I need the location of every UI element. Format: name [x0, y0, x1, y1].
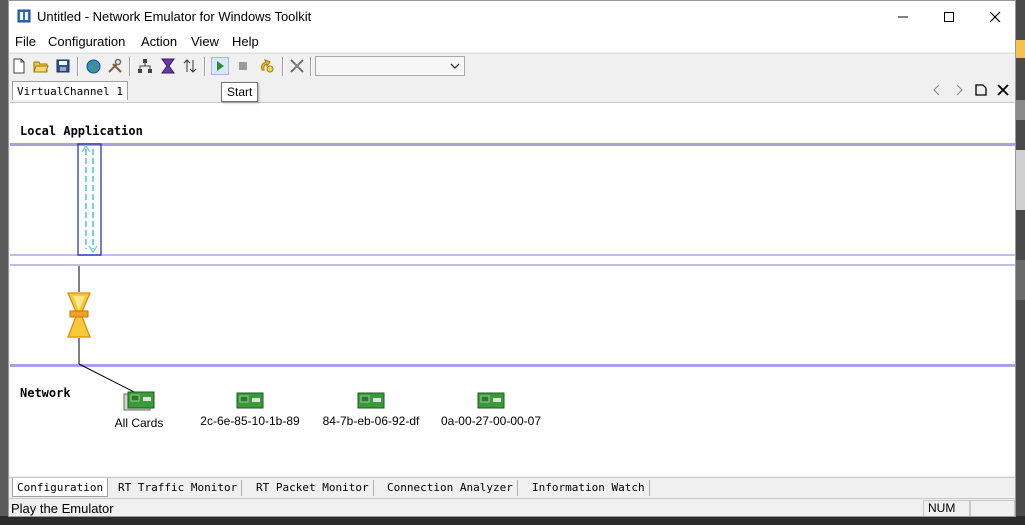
start-icon — [217, 61, 224, 71]
filter-button[interactable] — [159, 57, 177, 75]
stop-icon — [239, 62, 247, 70]
open-button[interactable] — [32, 57, 50, 75]
hourglass-filter-icon[interactable] — [66, 292, 92, 338]
reload-button[interactable] — [258, 57, 276, 75]
tab-rt-packet-monitor[interactable]: RT Packet Monitor — [252, 480, 374, 496]
reload-icon — [261, 59, 274, 73]
network-card-icon — [236, 392, 264, 409]
network-card-icon — [123, 391, 155, 411]
menu-file[interactable]: File — [15, 34, 36, 49]
save-icon — [56, 59, 70, 73]
menu-help[interactable]: Help — [232, 34, 259, 49]
close-button[interactable] — [972, 1, 1015, 32]
toolbar-combo[interactable] — [315, 56, 465, 76]
tools-icon — [108, 58, 122, 73]
open-icon — [33, 61, 49, 73]
desktop-bottom-edge — [0, 516, 1025, 525]
network-card[interactable]: 2c-6e-85-10-1b-89 — [194, 391, 306, 428]
minimize-icon — [898, 16, 908, 17]
card-label: 0a-00-27-00-00-07 — [440, 414, 542, 428]
menu-action[interactable]: Action — [141, 34, 177, 49]
filter-icon — [161, 58, 175, 74]
bottom-tab-bar: Configuration RT Traffic Monitor RT Pack… — [9, 477, 1015, 498]
topology-icon — [138, 59, 152, 73]
minimize-button[interactable] — [880, 1, 926, 32]
new-button[interactable] — [10, 57, 28, 75]
window-title: Untitled - Network Emulator for Windows … — [37, 9, 312, 24]
lane-divider — [10, 364, 1015, 367]
tab-configuration[interactable]: Configuration — [12, 478, 109, 497]
status-bar: Play the Emulator NUM — [9, 498, 1015, 516]
network-card-all[interactable]: All Cards — [103, 391, 175, 430]
close-icon — [989, 11, 1001, 22]
local-application-label: Local Application — [20, 124, 143, 138]
num-lock-indicator: NUM — [923, 500, 971, 516]
network-card[interactable]: 0a-00-27-00-00-07 — [435, 391, 547, 428]
network-card[interactable]: 84-7b-eb-06-92-df — [315, 391, 427, 428]
chevron-down-icon — [450, 63, 460, 69]
card-label: All Cards — [114, 416, 164, 430]
maximize-icon — [944, 11, 954, 22]
maximize-button[interactable] — [926, 1, 972, 32]
chevron-left-icon — [933, 84, 940, 96]
network-card-icon — [357, 392, 385, 409]
app-icon — [17, 9, 31, 23]
status-text: Play the Emulator — [11, 501, 114, 516]
sort-icon — [183, 59, 197, 73]
network-label: Network — [20, 386, 71, 400]
topology-button[interactable] — [136, 57, 154, 75]
disconnect-button[interactable] — [288, 57, 306, 75]
tab-close-button[interactable] — [995, 82, 1011, 98]
channel-pipe-icon[interactable] — [76, 143, 104, 257]
start-button[interactable] — [211, 57, 229, 75]
tab-information-watch[interactable]: Information Watch — [528, 480, 650, 496]
close-icon — [997, 84, 1009, 96]
stop-button[interactable] — [234, 57, 252, 75]
tab-virtual-channel[interactable]: VirtualChannel 1 — [12, 81, 128, 100]
globe-button[interactable] — [84, 57, 102, 75]
chevron-right-icon — [956, 84, 963, 96]
disconnect-icon — [290, 59, 304, 73]
desktop-right-edge — [1016, 0, 1025, 525]
lane-divider — [10, 254, 1015, 256]
menu-bar: File Configuration Action View Help — [9, 32, 1015, 52]
card-label: 84-7b-eb-06-92-df — [322, 414, 420, 428]
menu-view[interactable]: View — [191, 34, 219, 49]
title-bar[interactable]: Untitled - Network Emulator for Windows … — [9, 1, 1015, 32]
tools-button[interactable] — [106, 57, 124, 75]
network-card-icon — [477, 392, 505, 409]
channel-canvas[interactable]: Local Application Network All Cards 2c-6… — [10, 102, 1015, 476]
globe-icon — [86, 59, 100, 73]
tab-restore-button[interactable] — [973, 82, 989, 98]
tab-connection-analyzer[interactable]: Connection Analyzer — [383, 480, 518, 496]
new-icon — [13, 58, 25, 74]
network-link-lines — [78, 266, 143, 396]
toolbar — [9, 53, 1015, 80]
menu-configuration[interactable]: Configuration — [48, 34, 125, 49]
card-label: 2c-6e-85-10-1b-89 — [200, 414, 300, 428]
tab-next-button[interactable] — [951, 82, 967, 98]
tab-prev-button[interactable] — [929, 82, 945, 98]
app-window: Untitled - Network Emulator for Windows … — [8, 0, 1016, 517]
tab-rt-traffic-monitor[interactable]: RT Traffic Monitor — [114, 480, 243, 496]
restore-icon — [975, 84, 987, 96]
status-pane — [969, 500, 1015, 516]
lane-divider — [10, 143, 1015, 146]
start-tooltip: Start — [221, 82, 259, 102]
sort-button[interactable] — [181, 57, 199, 75]
document-tab-bar: VirtualChannel 1 — [9, 79, 1015, 101]
lane-divider — [10, 264, 1015, 266]
save-button[interactable] — [54, 57, 72, 75]
